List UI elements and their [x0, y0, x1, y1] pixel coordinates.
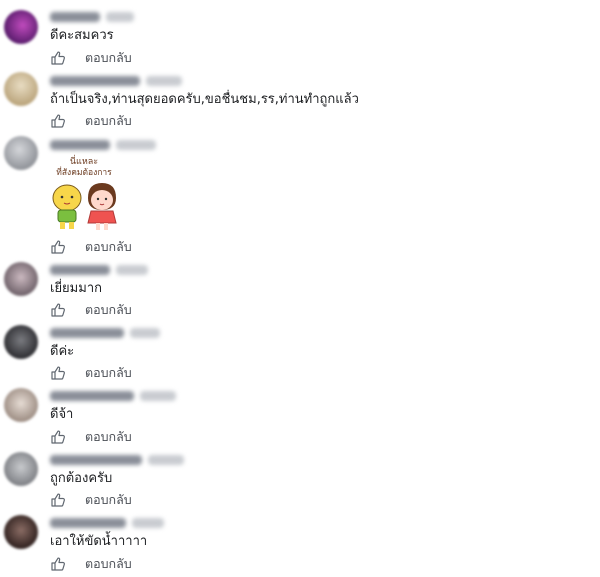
- avatar[interactable]: [4, 10, 38, 44]
- reply-button[interactable]: ตอบกลับ: [85, 490, 132, 510]
- like-icon[interactable]: [50, 239, 66, 255]
- comment-meta: [50, 518, 164, 528]
- sticker-caption: นี่แหละ: [70, 154, 98, 167]
- reply-button[interactable]: ตอบกลับ: [85, 237, 132, 257]
- reply-button[interactable]: ตอบกลับ: [85, 111, 132, 131]
- like-icon[interactable]: [50, 50, 66, 66]
- comment-meta: [50, 265, 148, 275]
- avatar[interactable]: [4, 515, 38, 549]
- sticker: นี่แหละ ที่สังคมต้องการ: [46, 154, 122, 232]
- comment-actions: ตอบกลับ: [50, 365, 132, 381]
- reply-button[interactable]: ตอบกลับ: [85, 300, 132, 320]
- reply-button[interactable]: ตอบกลับ: [85, 48, 132, 68]
- like-icon[interactable]: [50, 556, 66, 572]
- comment-meta: [50, 391, 176, 401]
- comment-meta: [50, 328, 160, 338]
- comment-actions: ตอบกลับ: [50, 492, 132, 508]
- avatar[interactable]: [4, 136, 38, 170]
- like-icon[interactable]: [50, 365, 66, 381]
- reply-button[interactable]: ตอบกลับ: [85, 427, 132, 447]
- avatar[interactable]: [4, 452, 38, 486]
- comment-actions: ตอบกลับ: [50, 302, 132, 318]
- avatar[interactable]: [4, 325, 38, 359]
- comment-text: ดีค่ะ: [50, 344, 75, 359]
- avatar[interactable]: [4, 72, 38, 106]
- comment-actions: ตอบกลับ: [50, 239, 132, 255]
- comment-text: เยี่ยมมาก: [50, 281, 102, 296]
- reply-button[interactable]: ตอบกลับ: [85, 363, 132, 383]
- like-icon[interactable]: [50, 113, 66, 129]
- comment-actions: ตอบกลับ: [50, 429, 132, 445]
- reply-button[interactable]: ตอบกลับ: [85, 554, 132, 574]
- comment-meta: [50, 12, 134, 22]
- comment-meta: [50, 76, 182, 86]
- comment-text: เอาให้ขัดน้ำาาาา: [50, 534, 148, 549]
- comment-actions: ตอบกลับ: [50, 113, 132, 129]
- comment-meta: [50, 455, 184, 465]
- comment-text: ถ้าเป็นจริง,ท่านสุดยอดครับ,ขอชื่นชม,รร,ท…: [50, 92, 359, 107]
- comment-meta: [50, 140, 156, 150]
- comment-text: ถูกต้องครับ: [50, 471, 113, 486]
- sticker-caption: ที่สังคมต้องการ: [56, 166, 112, 178]
- comment-text: ดีจ้า: [50, 407, 74, 422]
- avatar[interactable]: [4, 388, 38, 422]
- comment-actions: ตอบกลับ: [50, 50, 132, 66]
- like-icon[interactable]: [50, 429, 66, 445]
- comment-text: ดีคะสมควร: [50, 28, 114, 43]
- like-icon[interactable]: [50, 492, 66, 508]
- like-icon[interactable]: [50, 302, 66, 318]
- avatar[interactable]: [4, 262, 38, 296]
- comment-actions: ตอบกลับ: [50, 556, 132, 572]
